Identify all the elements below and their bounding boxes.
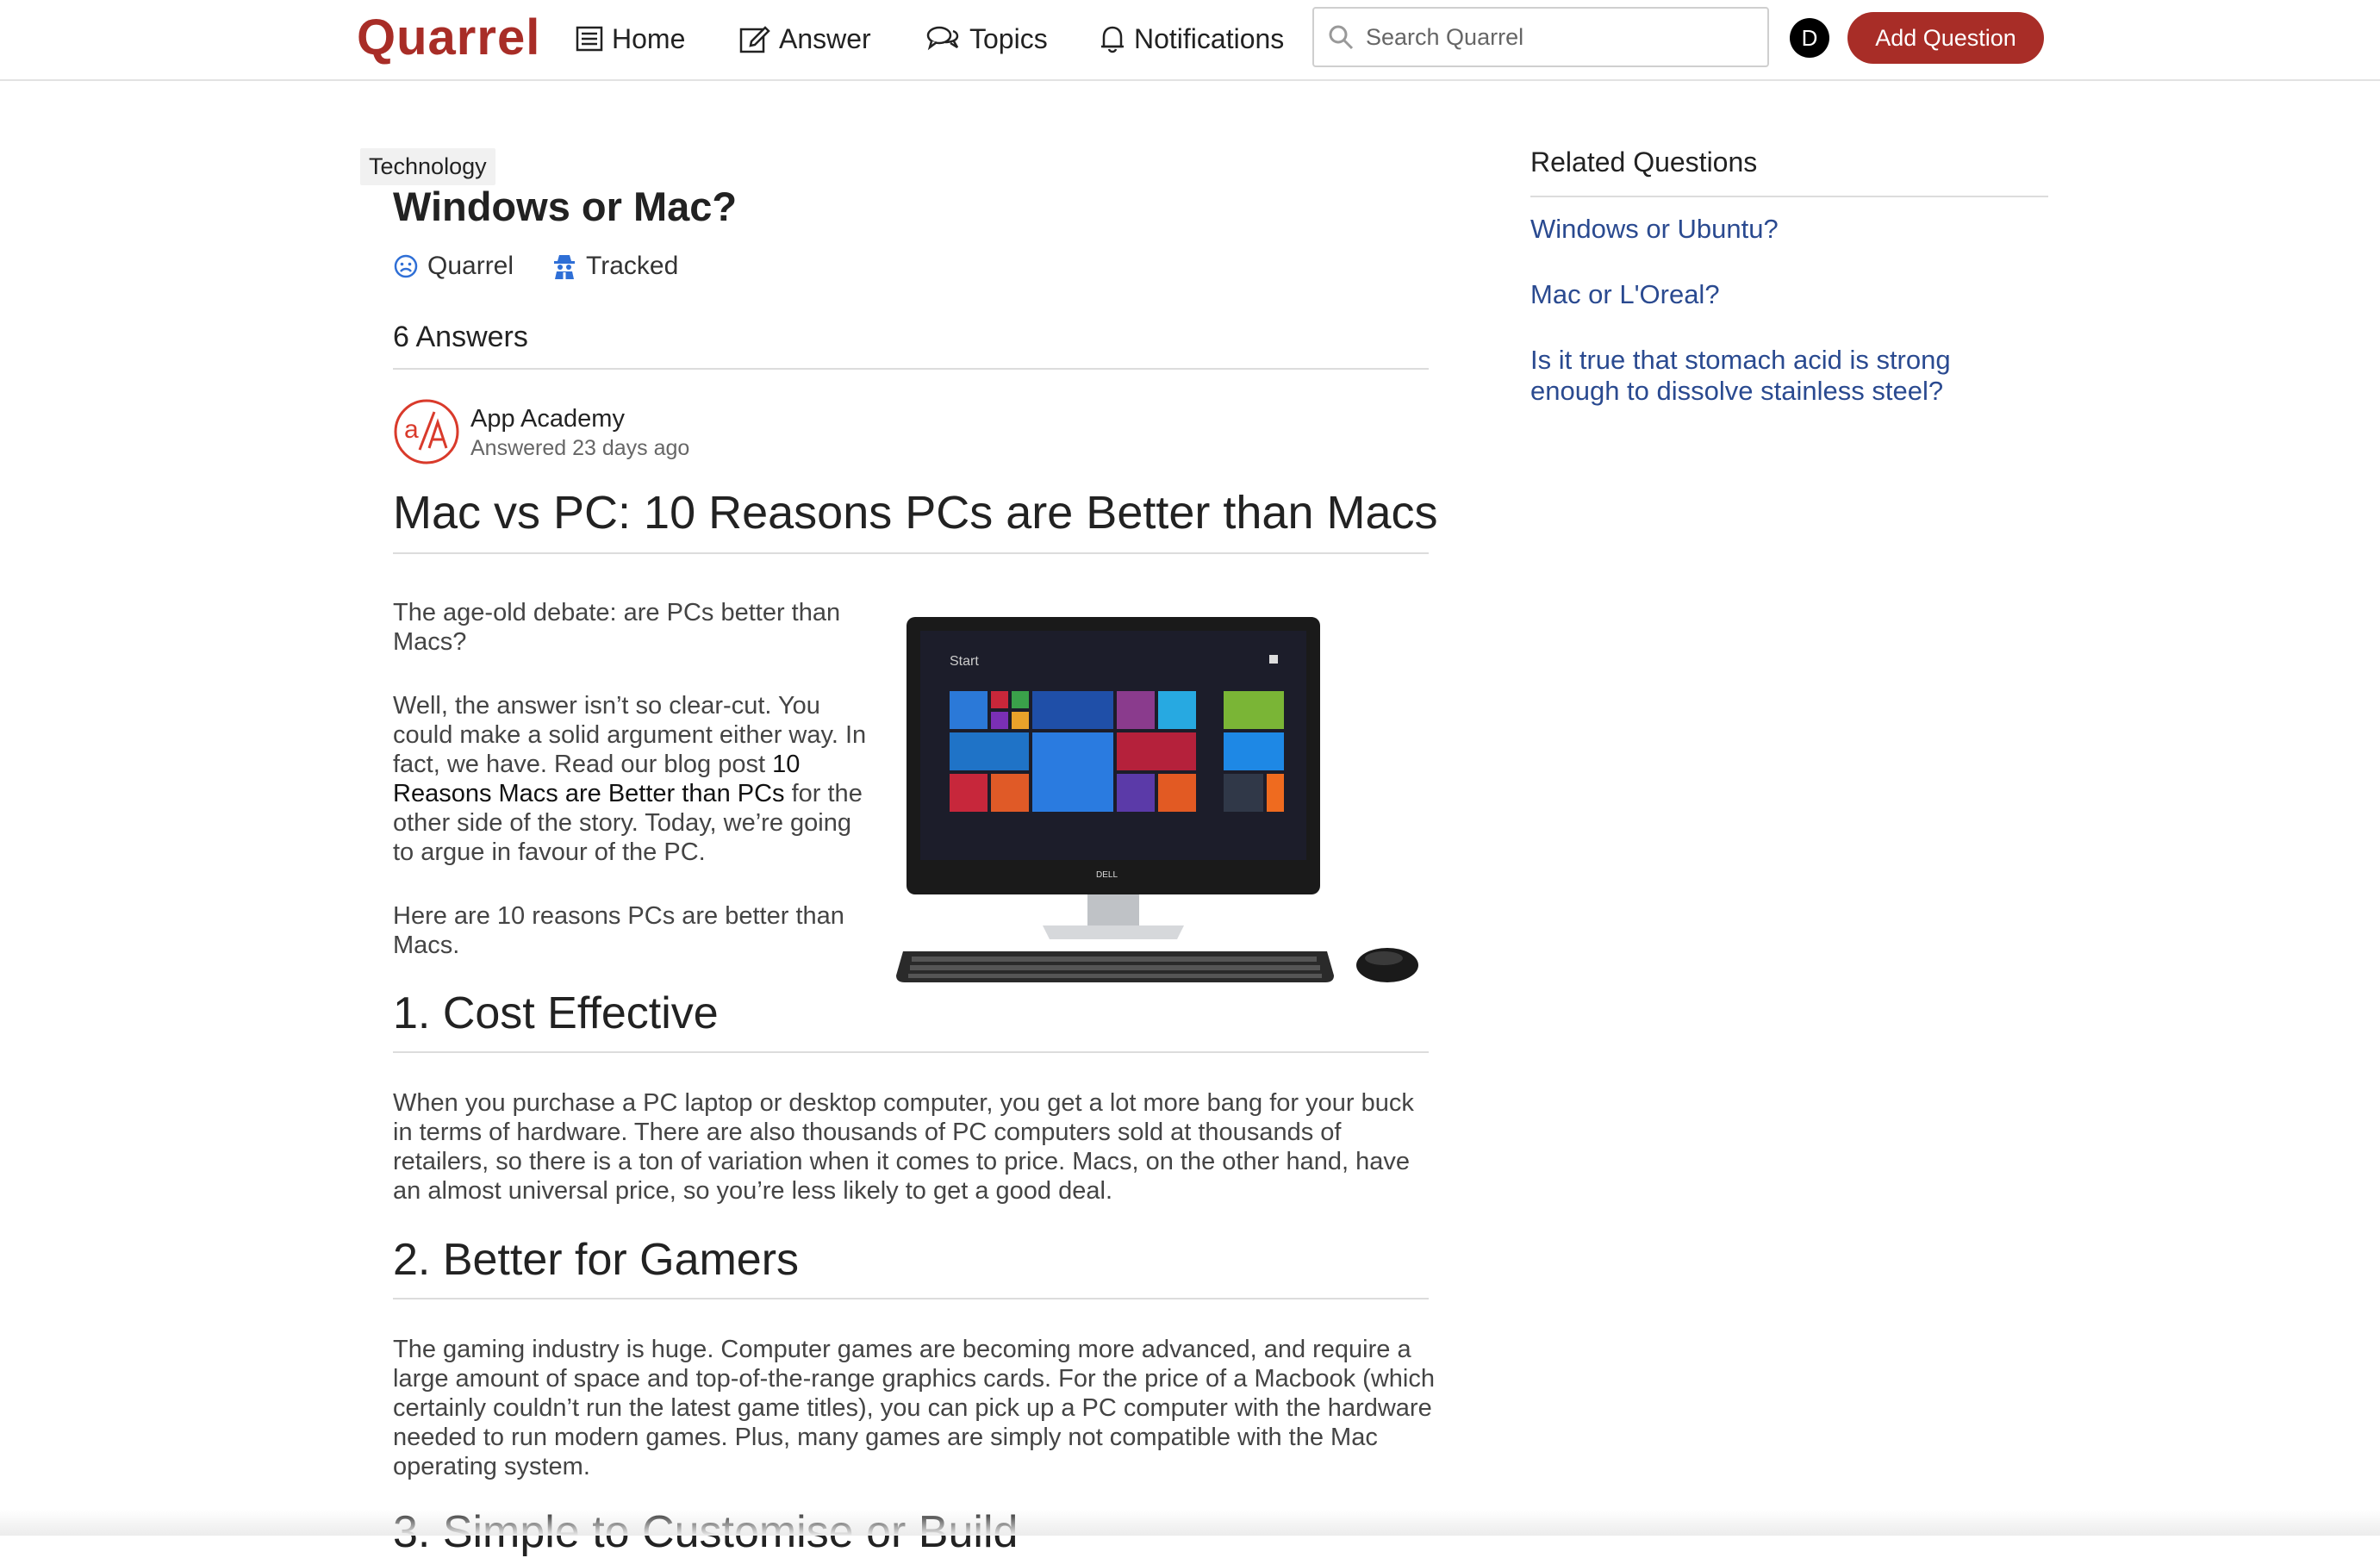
nav-notifications[interactable]: Notifications — [1100, 17, 1284, 60]
top-navbar: Quarrel Home Answer Topics Notifications… — [0, 0, 2380, 81]
related-questions-title: Related Questions — [1530, 146, 1758, 178]
bell-icon — [1101, 26, 1124, 53]
section-heading-1: 1. Cost Effective — [393, 988, 719, 1038]
nav-answer-label: Answer — [779, 22, 871, 54]
related-question-link[interactable]: Mac or L'Oreal? — [1530, 279, 2013, 310]
quarrel-logo[interactable]: Quarrel — [357, 9, 540, 66]
section-heading-2: 2. Better for Gamers — [393, 1235, 800, 1285]
nav-home-label: Home — [612, 22, 686, 54]
nav-topics[interactable]: Topics — [926, 17, 1048, 60]
answer-timestamp: Answered 23 days ago — [470, 436, 690, 460]
detective-icon — [554, 255, 575, 279]
search-bar[interactable] — [1312, 7, 1769, 67]
meta-quarrel-label: Quarrel — [427, 252, 514, 280]
intro-paragraph-3: Here are 10 reasons PCs are better than … — [393, 902, 844, 959]
screen-start-label: Start — [950, 654, 979, 669]
intro-paragraph: The age-old debate: are PCs better than … — [393, 599, 841, 656]
nav-answer[interactable]: Answer — [739, 17, 871, 60]
divider — [1530, 196, 2048, 197]
question-title: Windows or Mac? — [393, 184, 738, 229]
intro-paragraph-2: Well, the answer isn’t so clear-cut. You… — [393, 691, 875, 867]
search-input[interactable] — [1364, 22, 1747, 52]
related-question-link[interactable]: Is it true that stomach acid is strong e… — [1530, 345, 2013, 407]
app-academy-logo[interactable]: a — [393, 398, 460, 465]
related-question-link[interactable]: Windows or Ubuntu? — [1530, 214, 2013, 245]
edit-icon — [739, 26, 770, 53]
section-body-2: The gaming industry is huge. Computer ga… — [393, 1336, 1435, 1480]
nav-topics-label: Topics — [969, 22, 1048, 54]
topic-tag[interactable]: Technology — [360, 148, 495, 185]
divider — [393, 552, 1429, 554]
bottom-shadow — [0, 1510, 2380, 1536]
meta-tracked-label: Tracked — [586, 252, 679, 280]
dell-brand-label: DELL — [1096, 870, 1118, 880]
all-in-one-pc-image: Start DELL — [896, 617, 1418, 982]
search-icon — [1329, 25, 1354, 50]
user-avatar[interactable]: D — [1790, 18, 1829, 58]
divider — [393, 1298, 1429, 1299]
angry-face-icon — [394, 254, 418, 278]
nav-home[interactable]: Home — [576, 17, 685, 60]
divider — [393, 1051, 1429, 1053]
home-list-icon — [576, 26, 603, 52]
answer-heading: Mac vs PC: 10 Reasons PCs are Better tha… — [393, 487, 1438, 539]
meta-tracked[interactable]: Tracked — [551, 252, 678, 281]
answer-author[interactable]: App Academy — [470, 405, 625, 433]
answers-count: 6 Answers — [393, 321, 528, 353]
meta-quarrel[interactable]: Quarrel — [393, 252, 514, 281]
section-body-1: When you purchase a PC laptop or desktop… — [393, 1089, 1414, 1205]
chat-bubbles-icon — [926, 26, 959, 51]
add-question-button[interactable]: Add Question — [1847, 12, 2044, 64]
svg-text:a: a — [404, 415, 419, 444]
divider — [393, 368, 1429, 370]
nav-notifications-label: Notifications — [1134, 22, 1285, 54]
